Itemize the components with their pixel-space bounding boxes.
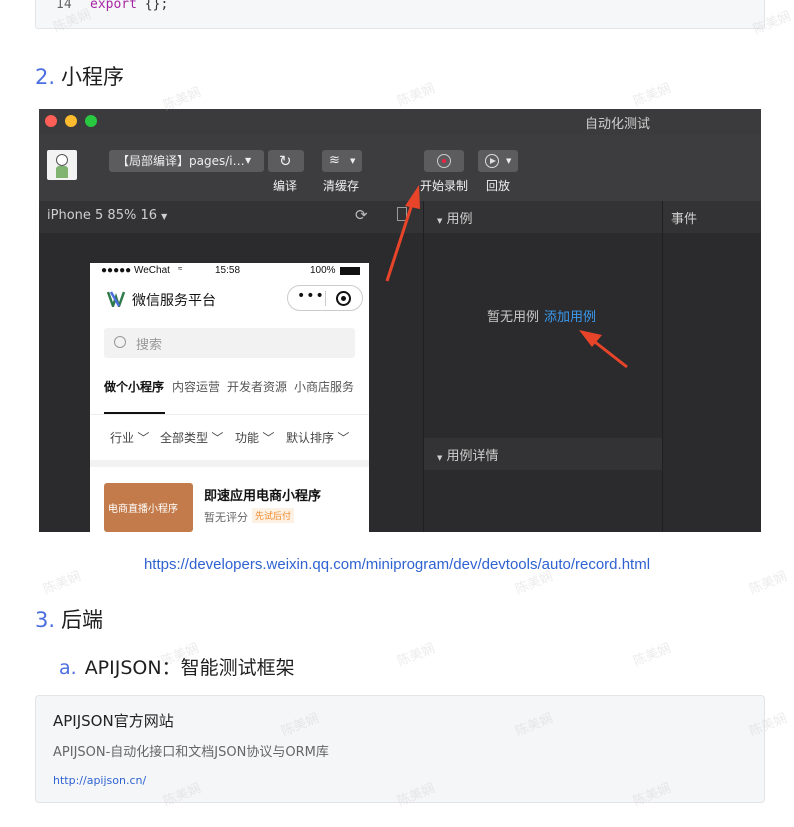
code-rest: {}; [136, 0, 169, 12]
subsection-title: APIJSON：智能测试框架 [84, 657, 295, 679]
card-link-title[interactable]: APIJSON官方网站 [53, 710, 174, 731]
section-heading-2: 2. 小程序 [35, 61, 124, 91]
code-keyword: export [90, 0, 137, 12]
watermark: 陈美娴 [395, 641, 438, 670]
arrow-to-record-line [385, 200, 415, 282]
annotation-arrows [385, 185, 628, 369]
line-number: 14 [56, 0, 72, 12]
code-line: export {}; [90, 0, 168, 12]
subsection-heading-3a: a. APIJSON：智能测试框架 [59, 653, 295, 680]
arrow-to-record-head [405, 185, 420, 209]
section-number: 3. [35, 608, 56, 632]
section-title: 后端 [61, 608, 104, 632]
arrow-to-add-case-line [594, 340, 628, 369]
watermark: 陈美娴 [631, 81, 674, 110]
devtools-screenshot: 自动化测试 【局部编译】pages/i… ▼ ↻ 编译 ≋ ▼ 清缓存 开始录制… [39, 109, 761, 532]
code-block: 14 export {}; [35, 0, 765, 29]
watermark: 陈美娴 [395, 81, 438, 110]
section-heading-3: 3. 后端 [35, 604, 103, 634]
subsection-number: a. [59, 657, 77, 679]
link-preview-card[interactable]: APIJSON官方网站 APIJSON-自动化接口和文档JSON协议与ORM库 … [35, 695, 765, 803]
section-number: 2. [35, 65, 56, 89]
card-link-description: APIJSON-自动化接口和文档JSON协议与ORM库 [53, 745, 329, 760]
doc-link[interactable]: https://developers.weixin.qq.com/minipro… [0, 556, 794, 573]
card-link-url[interactable]: http://apijson.cn/ [53, 774, 146, 787]
watermark: 陈美娴 [631, 641, 674, 670]
section-title: 小程序 [61, 65, 125, 89]
